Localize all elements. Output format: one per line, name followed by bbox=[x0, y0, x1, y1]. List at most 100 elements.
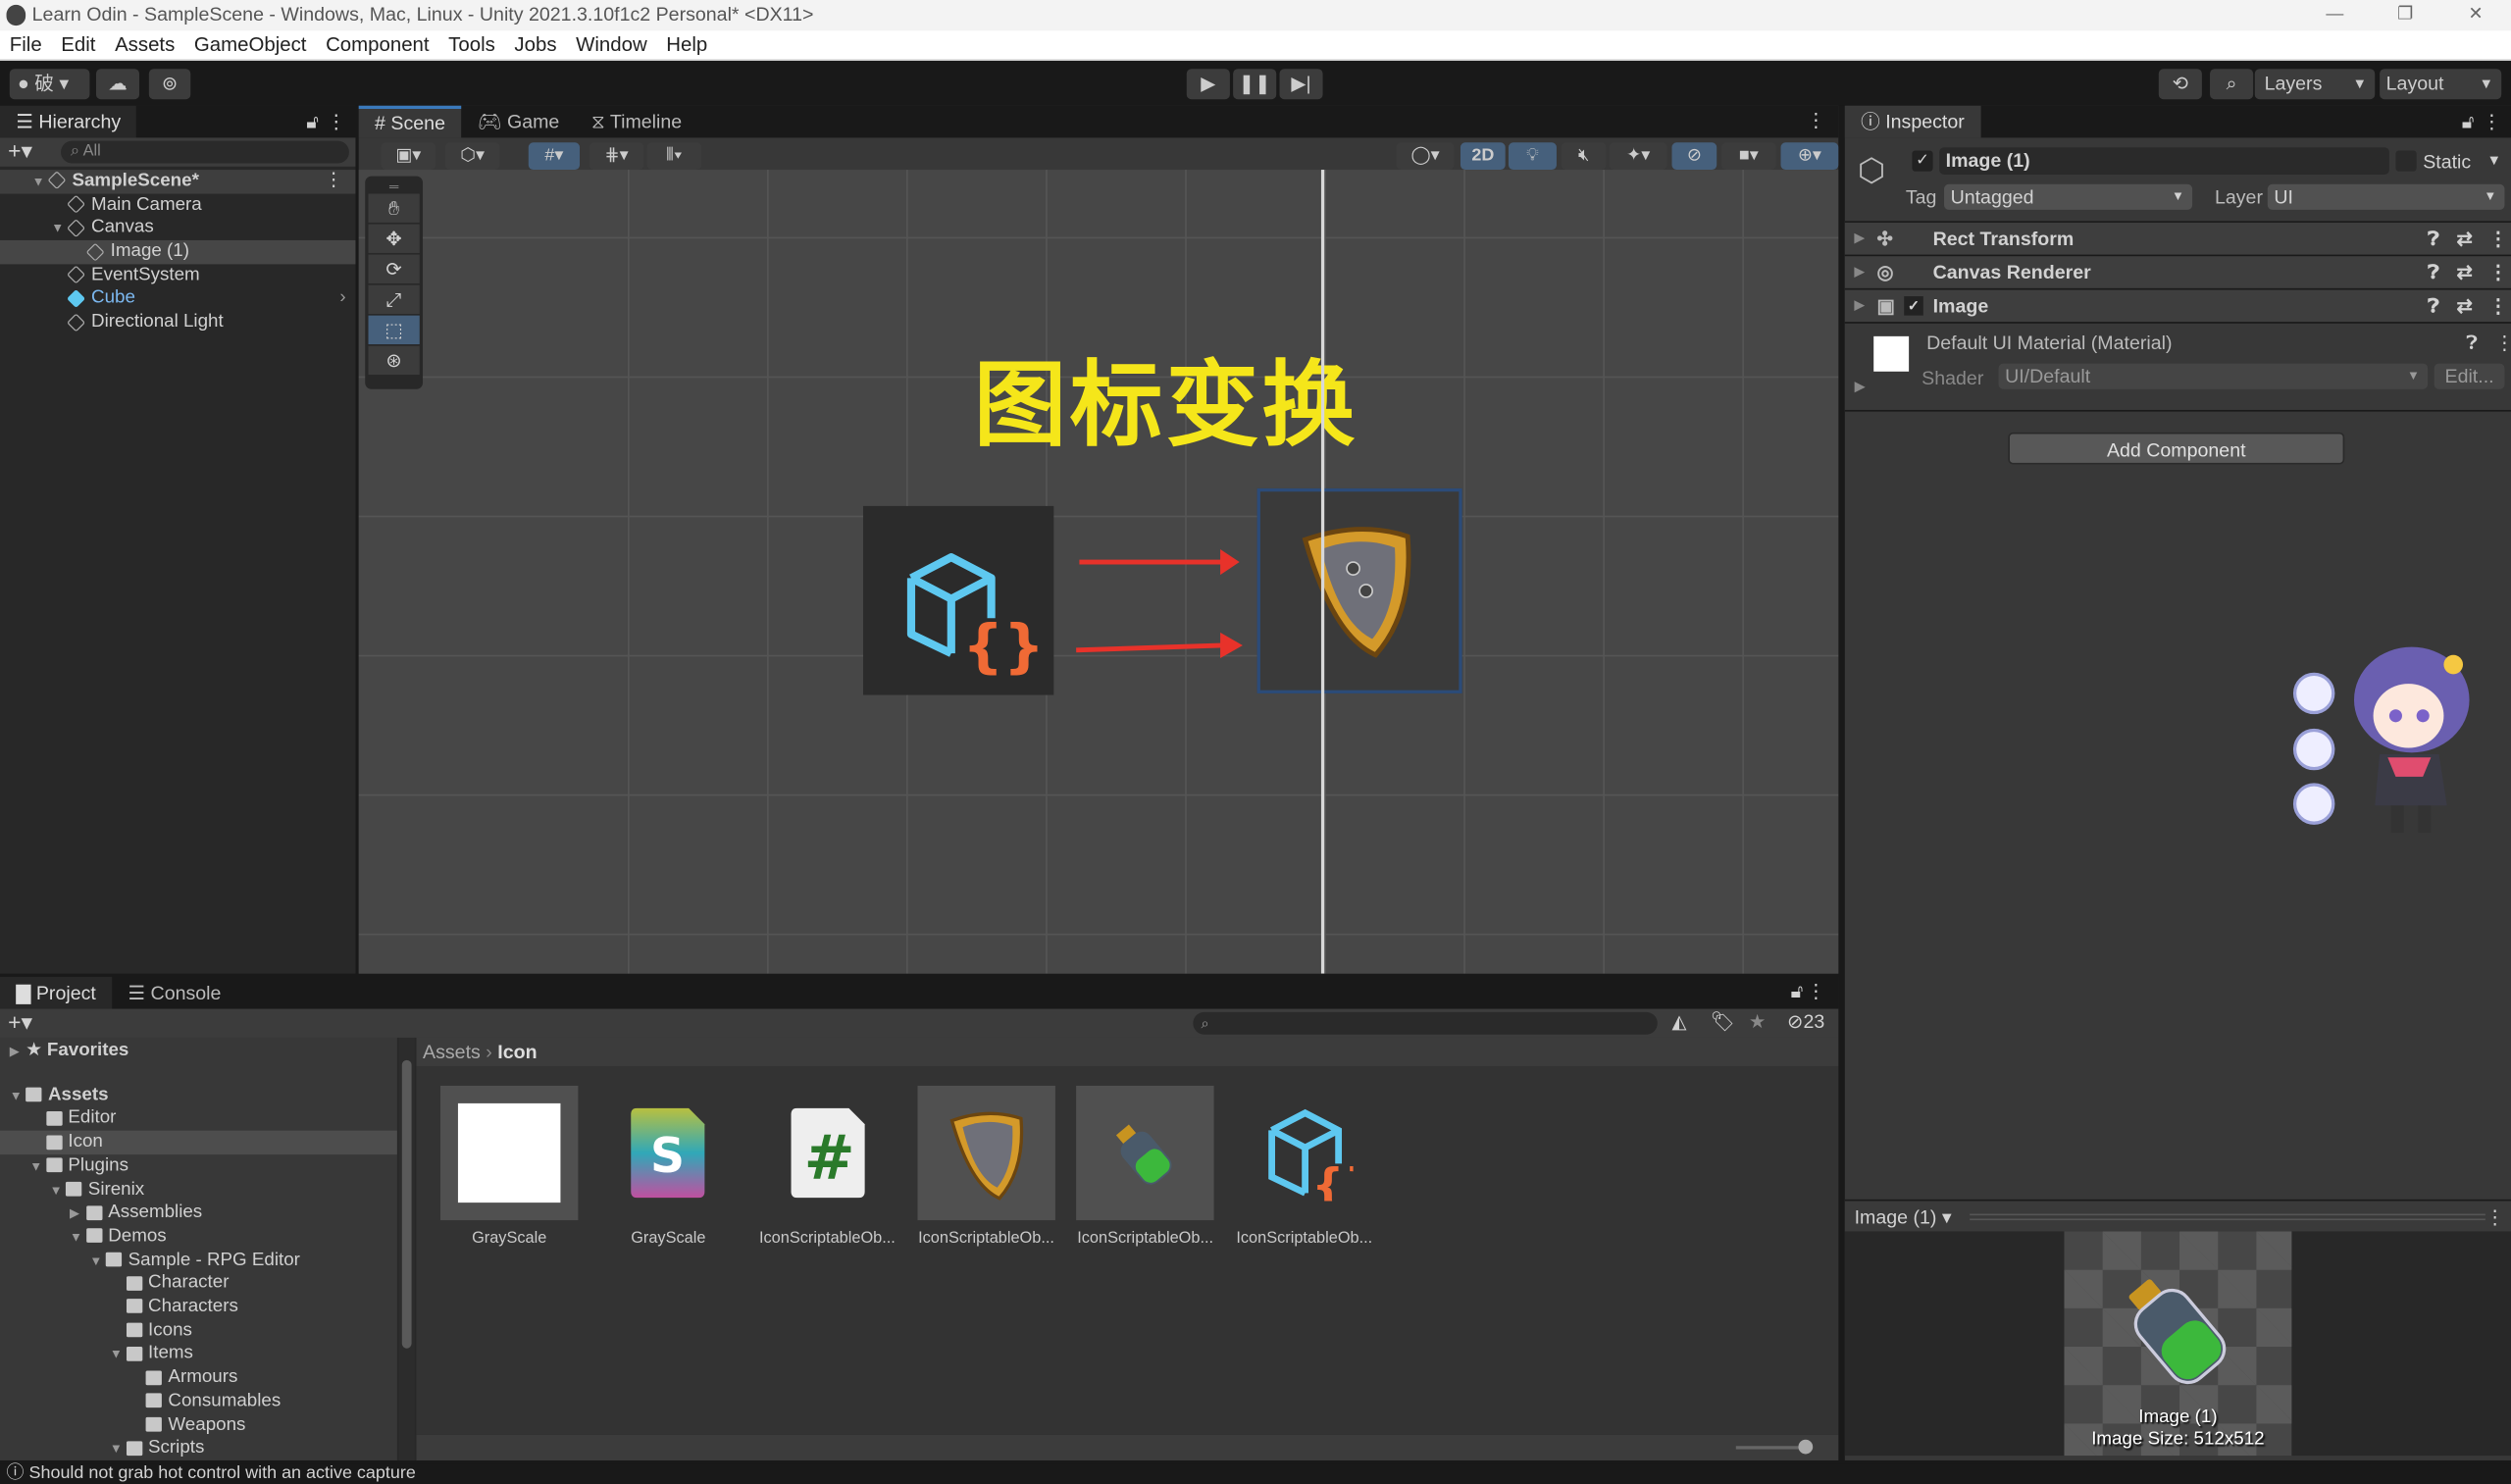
hierarchy-item[interactable]: Main Camera bbox=[0, 193, 355, 217]
tab-project[interactable]: ▇ Project bbox=[0, 976, 113, 1009]
scale-tool-icon[interactable]: ⤢ bbox=[368, 284, 420, 314]
source-icon-frame[interactable]: {} bbox=[862, 505, 1054, 695]
folder-item[interactable]: Armours bbox=[0, 1366, 397, 1390]
menu-tools[interactable]: Tools bbox=[438, 30, 504, 59]
toggle-2d-button[interactable]: 2D bbox=[1460, 142, 1506, 171]
component-header[interactable]: ▶ ▣ ✓ Image ❓︎ ⇄ ⋮ bbox=[1844, 287, 2511, 323]
expand-arrow-icon[interactable]: ▼ bbox=[89, 1250, 105, 1273]
more-menu-icon[interactable]: ⋮ bbox=[2485, 1205, 2505, 1228]
cloud-button[interactable]: ☁ bbox=[95, 69, 140, 100]
more-menu-icon[interactable]: ⋮ bbox=[1807, 109, 1826, 131]
tab-hierarchy[interactable]: ☰ Hierarchy bbox=[0, 105, 137, 138]
draw-mode-dropdown[interactable]: ◯▾ bbox=[1396, 142, 1455, 171]
more-menu-icon[interactable]: ⋮ bbox=[2483, 106, 2511, 138]
asset-item[interactable]: GrayScale bbox=[439, 1085, 579, 1248]
search-by-label-icon[interactable]: 🏷︎ bbox=[1711, 1010, 1735, 1033]
camera-dropdown[interactable]: ■▾ bbox=[1721, 142, 1776, 171]
folder-item[interactable]: ▼ Demos bbox=[0, 1225, 397, 1249]
move-tool-icon[interactable]: ✥ bbox=[368, 224, 420, 253]
more-menu-icon[interactable]: ⋮ bbox=[1807, 980, 1826, 1002]
step-button[interactable]: ▶| bbox=[1279, 69, 1323, 100]
expand-arrow-icon[interactable]: ▼ bbox=[29, 1155, 45, 1179]
asset-item[interactable]: {} IconScriptableOb... bbox=[1236, 1086, 1373, 1248]
minimize-button[interactable]: — bbox=[2299, 0, 2370, 30]
folder-item[interactable]: Consumables bbox=[0, 1390, 397, 1413]
effects-toggle-icon[interactable]: ✦▾ bbox=[1609, 142, 1667, 171]
folder-item[interactable]: ▼ Sample - RPG Editor bbox=[0, 1249, 397, 1272]
folder-tree-scrollbar[interactable] bbox=[398, 1037, 415, 1460]
static-checkbox[interactable] bbox=[2395, 150, 2417, 172]
folder-item[interactable]: Characters bbox=[0, 1296, 397, 1319]
lock-icon[interactable]: 🔓︎ bbox=[2454, 106, 2483, 138]
preview-resize-handle[interactable] bbox=[1970, 1213, 2485, 1221]
folder-item[interactable]: ▼ Scripts bbox=[0, 1437, 397, 1460]
help-icon[interactable]: ❓︎ bbox=[2428, 256, 2439, 288]
hand-tool-icon[interactable]: ✋︎ bbox=[368, 193, 420, 223]
lock-icon[interactable]: 🔓︎ bbox=[1791, 980, 1804, 1003]
expand-arrow-icon[interactable]: ▼ bbox=[32, 172, 48, 195]
tab-timeline[interactable]: ⧖ Timeline bbox=[576, 106, 698, 138]
search-button[interactable]: ⌕ bbox=[2210, 69, 2254, 100]
component-header[interactable]: ▶ ✣ Rect Transform ❓︎ ⇄ ⋮ bbox=[1844, 221, 2511, 255]
account-dropdown[interactable]: ● 破 ▾ bbox=[9, 69, 90, 100]
pause-button[interactable]: ❚❚ bbox=[1233, 69, 1277, 100]
help-icon[interactable]: ❓︎ bbox=[2428, 223, 2439, 255]
menu-edit[interactable]: Edit bbox=[51, 30, 105, 59]
scene-viewport[interactable]: ═ ✋︎ ✥ ⟳ ⤢ ⬚ ⊛ 图标变换 {} bbox=[358, 170, 1839, 974]
hierarchy-item[interactable]: Cube › bbox=[0, 287, 355, 311]
more-menu-icon[interactable]: ⋮ bbox=[2488, 256, 2508, 288]
more-menu-icon[interactable]: ⋮ bbox=[2488, 223, 2508, 255]
menu-file[interactable]: File bbox=[0, 30, 51, 59]
folder-item[interactable]: Character bbox=[0, 1272, 397, 1296]
grid-snapping-button[interactable]: #▾ bbox=[528, 142, 581, 171]
folder-item[interactable]: Editor bbox=[0, 1107, 397, 1131]
tab-console[interactable]: ☰ Console bbox=[112, 977, 237, 1009]
help-icon[interactable]: ❓︎ bbox=[2466, 332, 2478, 355]
asset-item[interactable]: S GrayScale bbox=[599, 1086, 737, 1248]
hierarchy-item[interactable]: Directional Light bbox=[0, 311, 355, 334]
folder-item[interactable]: Icon bbox=[0, 1130, 397, 1154]
expand-arrow-icon[interactable]: ▶ bbox=[70, 1203, 85, 1226]
hierarchy-item[interactable]: ▼ Canvas bbox=[0, 217, 355, 240]
presets-icon[interactable]: ⇄ bbox=[2456, 256, 2472, 288]
close-button[interactable]: ✕ bbox=[2440, 0, 2511, 30]
menu-component[interactable]: Component bbox=[316, 30, 438, 59]
object-name-field[interactable]: Image (1) bbox=[1939, 147, 2389, 175]
expand-arrow-icon[interactable]: ▶ bbox=[1855, 223, 1865, 255]
tag-dropdown[interactable]: Untagged ▼ bbox=[1944, 183, 2193, 210]
component-header[interactable]: ▶ ◎ Canvas Renderer ❓︎ ⇄ ⋮ bbox=[1844, 254, 2511, 288]
hidden-packages-toggle[interactable]: ⊘23 bbox=[1787, 1010, 1824, 1033]
search-by-type-icon[interactable]: ◭ bbox=[1671, 1010, 1686, 1033]
layer-dropdown[interactable]: UI ▼ bbox=[2267, 183, 2505, 210]
lighting-toggle-icon[interactable]: 💡︎ bbox=[1508, 142, 1557, 171]
asset-item[interactable]: IconScriptableOb... bbox=[1076, 1085, 1214, 1248]
folder-item[interactable]: ▶ ★ Favorites bbox=[0, 1040, 397, 1063]
more-menu-icon[interactable]: ⋮ bbox=[2495, 332, 2511, 354]
expand-arrow-icon[interactable]: ▼ bbox=[70, 1226, 85, 1250]
more-menu-icon[interactable]: ⋮ bbox=[327, 106, 355, 138]
hidden-objects-toggle-icon[interactable]: ⊘ bbox=[1671, 142, 1717, 171]
increment-snap-dropdown[interactable]: ⋕▾ bbox=[589, 142, 644, 171]
active-checkbox[interactable]: ✓ bbox=[1912, 150, 1933, 172]
expand-arrow-icon[interactable]: ▼ bbox=[51, 219, 67, 242]
expand-arrow-icon[interactable]: ▼ bbox=[50, 1179, 66, 1203]
expand-arrow-icon[interactable]: ▼ bbox=[10, 1085, 26, 1108]
expand-arrow-icon[interactable]: ▶ bbox=[1855, 290, 1865, 323]
material-thumbnail[interactable] bbox=[1873, 335, 1910, 372]
shader-dropdown[interactable]: UI/Default ▼ bbox=[1998, 363, 2429, 389]
status-message[interactable]: Should not grab hot control with an acti… bbox=[28, 1463, 415, 1483]
expand-arrow-icon[interactable]: ▼ bbox=[110, 1344, 126, 1367]
folder-item[interactable]: ▶ Assemblies bbox=[0, 1202, 397, 1225]
folder-item[interactable]: Icons bbox=[0, 1319, 397, 1343]
menu-assets[interactable]: Assets bbox=[105, 30, 184, 59]
undo-history-button[interactable]: ⟲ bbox=[2158, 69, 2202, 100]
hierarchy-item[interactable]: ▼ SampleScene* ⋮ bbox=[0, 170, 356, 195]
presets-icon[interactable]: ⇄ bbox=[2456, 223, 2472, 255]
help-icon[interactable]: ❓︎ bbox=[2428, 290, 2439, 323]
asset-item[interactable]: # IconScriptableOb... bbox=[758, 1086, 896, 1248]
maximize-button[interactable]: ❐ bbox=[2370, 0, 2440, 30]
menu-window[interactable]: Window bbox=[566, 30, 656, 59]
lock-icon[interactable]: 🔓︎ bbox=[298, 106, 327, 138]
thumbnail-size-slider[interactable] bbox=[1735, 1439, 1814, 1455]
expand-arrow-icon[interactable]: ▶ bbox=[10, 1041, 26, 1064]
